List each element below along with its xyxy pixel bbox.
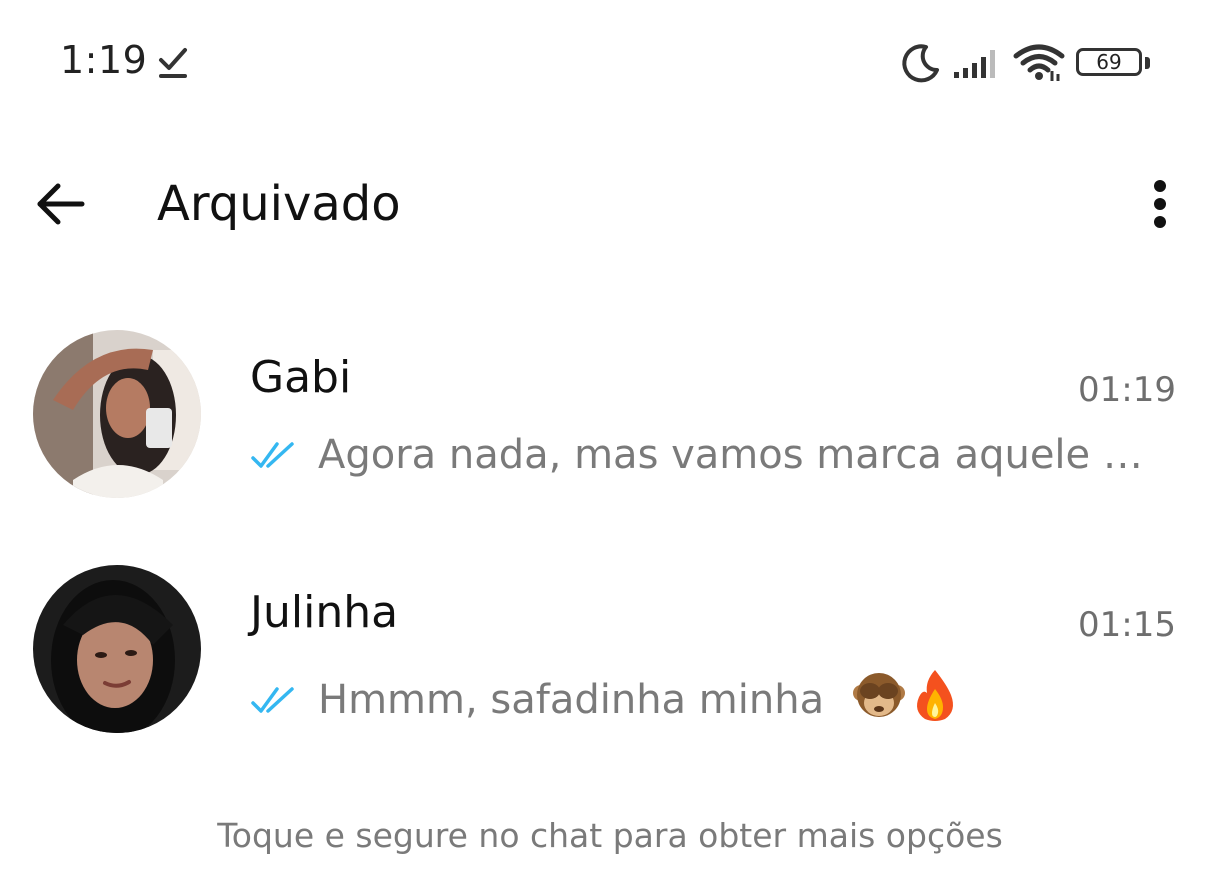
battery-icon: 69 bbox=[1076, 46, 1152, 80]
avatar[interactable] bbox=[33, 565, 201, 733]
chat-time: 01:15 bbox=[1078, 605, 1176, 645]
battery-level: 69 bbox=[1096, 50, 1122, 74]
chat-name: Julinha bbox=[250, 587, 399, 638]
do-not-disturb-moon-icon bbox=[902, 44, 939, 83]
avatar[interactable] bbox=[33, 330, 201, 498]
chat-preview: Hmmm, safadinha minha bbox=[250, 667, 1170, 723]
arrow-left-icon bbox=[37, 183, 85, 225]
chat-item-julinha[interactable]: Julinha 01:15 Hmmm, safadinha minha bbox=[0, 565, 1220, 755]
wifi-icon bbox=[1013, 44, 1065, 81]
footer-hint: Toque e segure no chat para obter mais o… bbox=[217, 816, 1003, 855]
double-check-icon bbox=[251, 442, 294, 468]
more-options-button[interactable] bbox=[1134, 172, 1186, 236]
chat-preview-text: Agora nada, mas vamos marca aquele … bbox=[318, 432, 1143, 478]
more-vert-icon bbox=[1154, 180, 1166, 228]
chat-preview: Agora nada, mas vamos marca aquele … bbox=[250, 432, 1170, 478]
chat-preview-text: Hmmm, safadinha minha bbox=[318, 677, 825, 723]
status-time: 1:19 bbox=[60, 38, 148, 82]
download-done-icon bbox=[159, 48, 187, 78]
back-button[interactable] bbox=[28, 172, 92, 236]
chat-time: 01:19 bbox=[1078, 370, 1176, 410]
chat-name: Gabi bbox=[250, 352, 352, 403]
app-bar: Arquivado bbox=[0, 150, 1220, 260]
page-title: Arquivado bbox=[157, 176, 401, 232]
chat-item-gabi[interactable]: Gabi 01:19 Agora nada, mas vamos marca a… bbox=[0, 330, 1220, 520]
fire-emoji bbox=[916, 670, 953, 721]
double-check-icon bbox=[251, 687, 294, 713]
cellular-signal-icon bbox=[954, 50, 995, 78]
status-icons: 69 bbox=[900, 40, 1152, 86]
status-bar: 1:19 69 bbox=[0, 0, 1220, 125]
see-no-evil-monkey-emoji bbox=[852, 673, 905, 717]
